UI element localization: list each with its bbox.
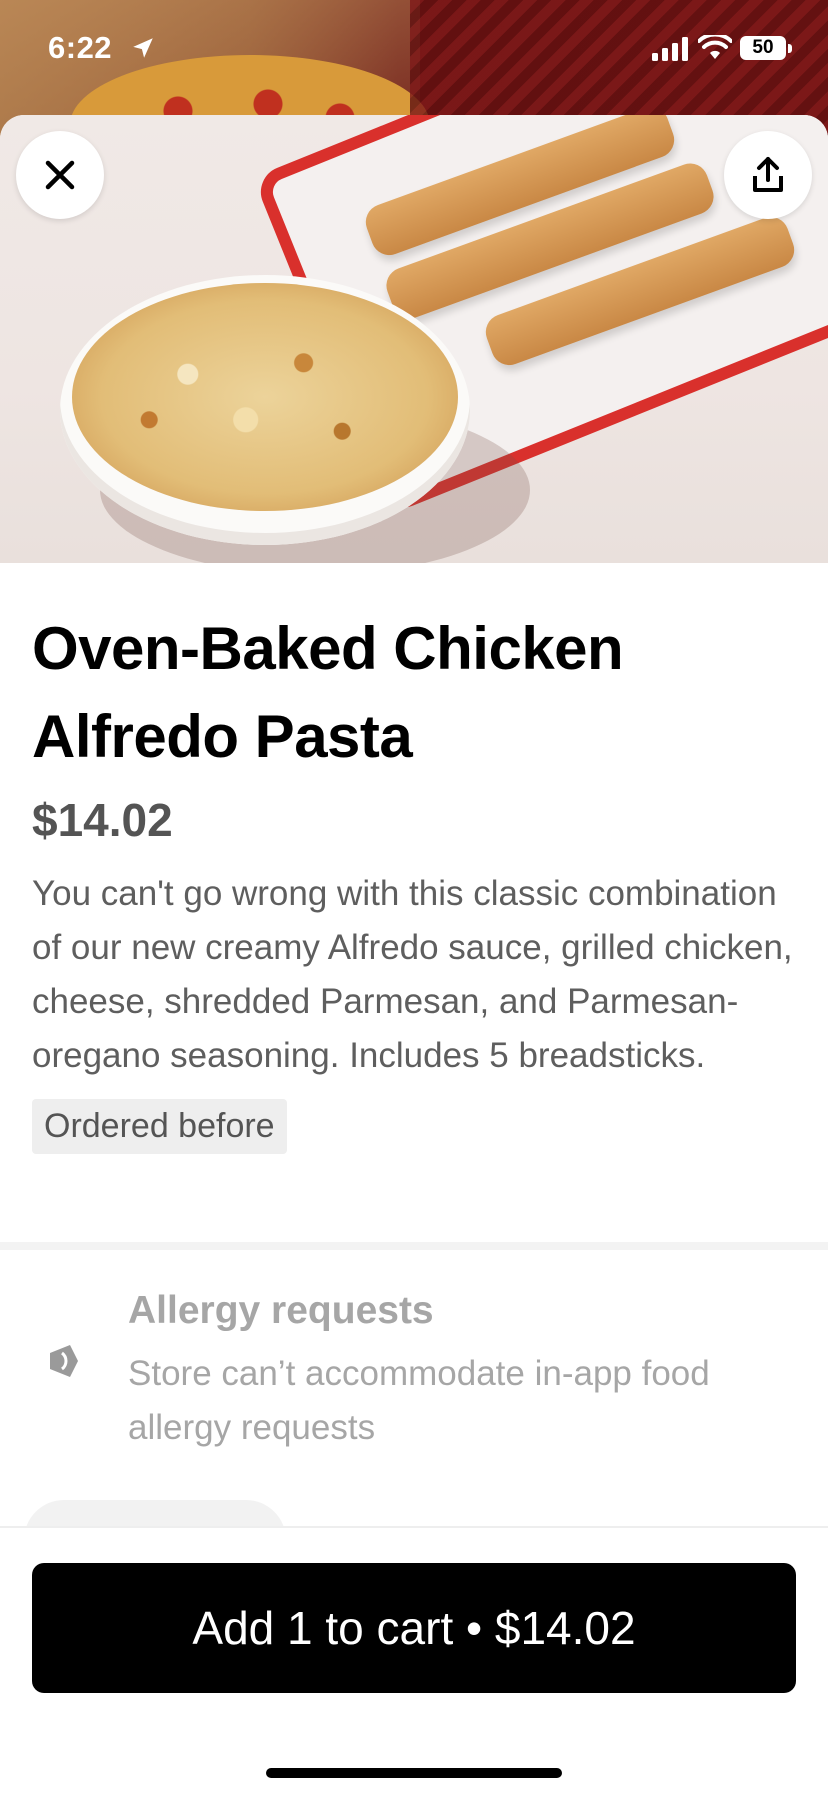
ordered-before-badge: Ordered before — [32, 1099, 287, 1154]
add-to-cart-button[interactable]: Add 1 to cart • $14.02 — [32, 1563, 796, 1693]
item-description: You can't go wrong with this classic com… — [32, 874, 793, 1075]
signal-icon — [652, 37, 688, 61]
pasta-food — [72, 283, 458, 511]
item-title: Oven-Baked Chicken Alfredo Pasta — [32, 615, 624, 770]
allergy-text: Store can’t accommodate in-app food alle… — [128, 1354, 710, 1447]
location-arrow-icon — [133, 38, 153, 58]
status-bar: 6:22 50 — [0, 0, 828, 100]
item-price: $14.02 — [32, 794, 173, 846]
item-details: Oven-Baked Chicken Alfredo Pasta $14.02 … — [32, 605, 802, 1154]
battery-indicator: 50 — [740, 36, 786, 60]
item-photo — [0, 115, 828, 563]
close-icon — [45, 160, 75, 190]
close-button[interactable] — [16, 131, 104, 219]
section-divider — [0, 1242, 828, 1250]
allergy-icon — [50, 1345, 78, 1377]
share-button[interactable] — [724, 131, 812, 219]
status-time: 6:22 — [48, 30, 113, 65]
allergy-title: Allergy requests — [128, 1289, 434, 1332]
wifi-icon — [698, 35, 732, 59]
share-icon — [753, 157, 783, 192]
home-indicator — [266, 1768, 562, 1778]
bottom-bar: Add 1 to cart • $14.02 — [0, 1526, 828, 1794]
battery-tip — [788, 44, 792, 53]
